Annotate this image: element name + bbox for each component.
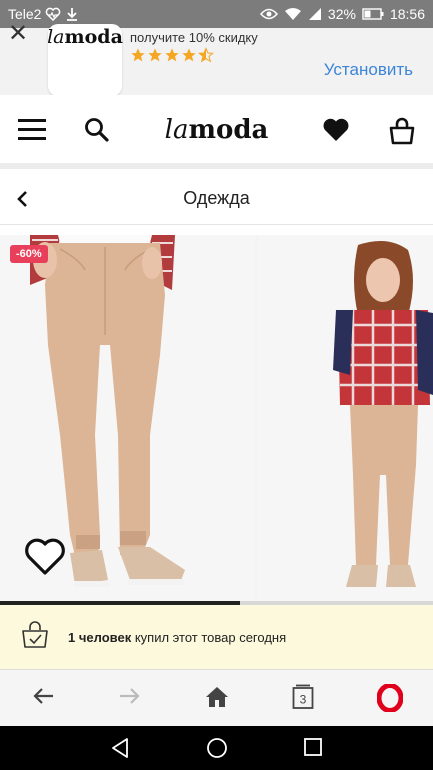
star-icon	[165, 48, 179, 62]
notice-rest: купил этот товар сегодня	[131, 629, 287, 645]
signal-icon	[308, 7, 322, 21]
install-button[interactable]: Установить	[324, 60, 413, 80]
nav-home-icon[interactable]	[206, 737, 228, 764]
app-name-light: la	[47, 26, 65, 48]
nav-recents-icon[interactable]	[303, 737, 323, 762]
health-icon	[45, 7, 61, 21]
nav-back-icon[interactable]	[110, 737, 130, 764]
site-logo[interactable]: lamoda	[0, 115, 433, 145]
clock: 18:56	[389, 6, 425, 22]
back-arrow-icon[interactable]	[32, 686, 54, 711]
wifi-icon	[284, 7, 302, 21]
star-icon	[131, 48, 145, 62]
product-photo-front[interactable]: -60%	[0, 235, 255, 605]
browser-toolbar: 3	[0, 669, 433, 726]
screen: Tele2 32% 18:56 ✕ la moda получите 10% с…	[0, 0, 433, 770]
rating-stars	[130, 47, 214, 63]
model-full-image	[258, 235, 433, 605]
app-icon: la moda	[47, 24, 123, 96]
product-photo-full[interactable]	[258, 235, 433, 605]
logo-light: la	[164, 115, 189, 145]
tabs-icon[interactable]: 3	[292, 684, 314, 715]
shopping-bag-check-icon	[20, 620, 50, 655]
app-name-bold: moda	[64, 26, 123, 48]
discount-badge: -60%	[10, 245, 48, 263]
battery-icon	[362, 8, 384, 20]
product-gallery[interactable]: -60%	[0, 235, 433, 605]
page-title: Одежда	[183, 188, 250, 208]
heart-icon[interactable]	[322, 117, 350, 148]
buyer-count: 1 человек	[68, 629, 132, 645]
half-star-icon	[198, 47, 214, 63]
download-icon	[65, 7, 79, 21]
cart-icon[interactable]	[389, 117, 415, 150]
promo-text: получите 10% скидку	[130, 30, 258, 45]
eye-icon	[259, 8, 278, 20]
home-icon[interactable]	[205, 686, 229, 713]
system-nav-bar	[0, 726, 433, 770]
app-install-banner: ✕ la moda получите 10% скидку Установить	[0, 22, 433, 96]
site-header: lamoda	[0, 95, 433, 169]
category-header: Одежда	[0, 175, 433, 225]
battery-percent: 32%	[327, 6, 356, 22]
notice-text: 1 человек купил этот товар сегодня	[68, 630, 286, 645]
forward-arrow-icon[interactable]	[119, 686, 141, 711]
logo-bold: moda	[188, 115, 269, 145]
close-icon[interactable]: ✕	[8, 22, 28, 46]
opera-icon[interactable]	[376, 683, 404, 717]
star-icon	[182, 48, 196, 62]
star-icon	[148, 48, 162, 62]
add-to-favorites-heart-icon[interactable]	[24, 537, 66, 582]
tabs-count: 3	[300, 693, 307, 707]
purchase-notice: 1 человек купил этот товар сегодня	[0, 605, 433, 669]
